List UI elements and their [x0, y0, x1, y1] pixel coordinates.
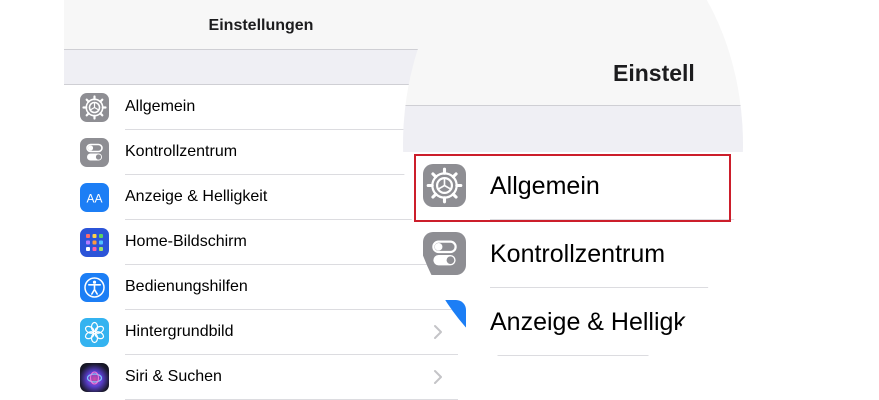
- highlight-frame: [414, 154, 731, 222]
- text-size-icon: A: [423, 300, 466, 343]
- settings-row-bedienungshilfen[interactable]: Bedienungshilfen: [64, 265, 458, 310]
- toggles-icon: [80, 138, 109, 167]
- siri-icon: [80, 363, 109, 392]
- gear-icon: [80, 93, 109, 122]
- text-size-icon: AA: [80, 183, 109, 212]
- settings-row-label: Allgemein: [125, 98, 196, 115]
- zoom-row-label: Kontrollzentrum: [490, 240, 666, 268]
- svg-text:A: A: [438, 313, 451, 334]
- settings-screen: Einstellungen Allgemein Kontrollzentrum …: [64, 0, 458, 400]
- zoom-navigation-bar: Einstell: [403, 0, 743, 106]
- settings-list: Allgemein Kontrollzentrum AA Anzeige & H…: [64, 84, 458, 400]
- zoom-row-kontrollzentrum[interactable]: Kontrollzentrum: [403, 220, 743, 288]
- zoom-row-divider: [490, 355, 743, 356]
- settings-row-label: Kontrollzentrum: [125, 143, 238, 160]
- settings-row-anzeige-helligkeit[interactable]: AA Anzeige & Helligkeit: [64, 175, 458, 220]
- accessibility-icon: [80, 273, 109, 302]
- settings-row-label: Anzeige & Helligkeit: [125, 188, 268, 205]
- page-title: Einstellungen: [208, 17, 314, 34]
- app-grid-icon: [80, 228, 109, 257]
- settings-row-siri-suchen[interactable]: Siri & Suchen: [64, 355, 458, 400]
- flower-icon: [80, 318, 109, 347]
- settings-row-label: Bedienungshilfen: [125, 278, 248, 295]
- settings-row-kontrollzentrum[interactable]: Kontrollzentrum: [64, 130, 458, 175]
- zoom-row-label: Anzeige & Helligkeit: [490, 308, 713, 336]
- toggles-icon: [423, 232, 466, 275]
- zoom-row-anzeige-helligkeit[interactable]: A Anzeige & Helligkeit: [403, 288, 743, 356]
- zoom-page-title: Einstell: [613, 60, 695, 86]
- settings-row-label: Home-Bildschirm: [125, 233, 247, 250]
- svg-text:AA: AA: [86, 192, 102, 206]
- zoom-section-gap: [403, 106, 743, 152]
- settings-row-label: Hintergrundbild: [125, 323, 234, 340]
- navigation-bar: Einstellungen: [64, 0, 458, 50]
- settings-row-label: Siri & Suchen: [125, 368, 222, 385]
- settings-row-hintergrundbild[interactable]: Hintergrundbild: [64, 310, 458, 355]
- settings-row-allgemein[interactable]: Allgemein: [64, 85, 458, 130]
- settings-row-home-bildschirm[interactable]: Home-Bildschirm: [64, 220, 458, 265]
